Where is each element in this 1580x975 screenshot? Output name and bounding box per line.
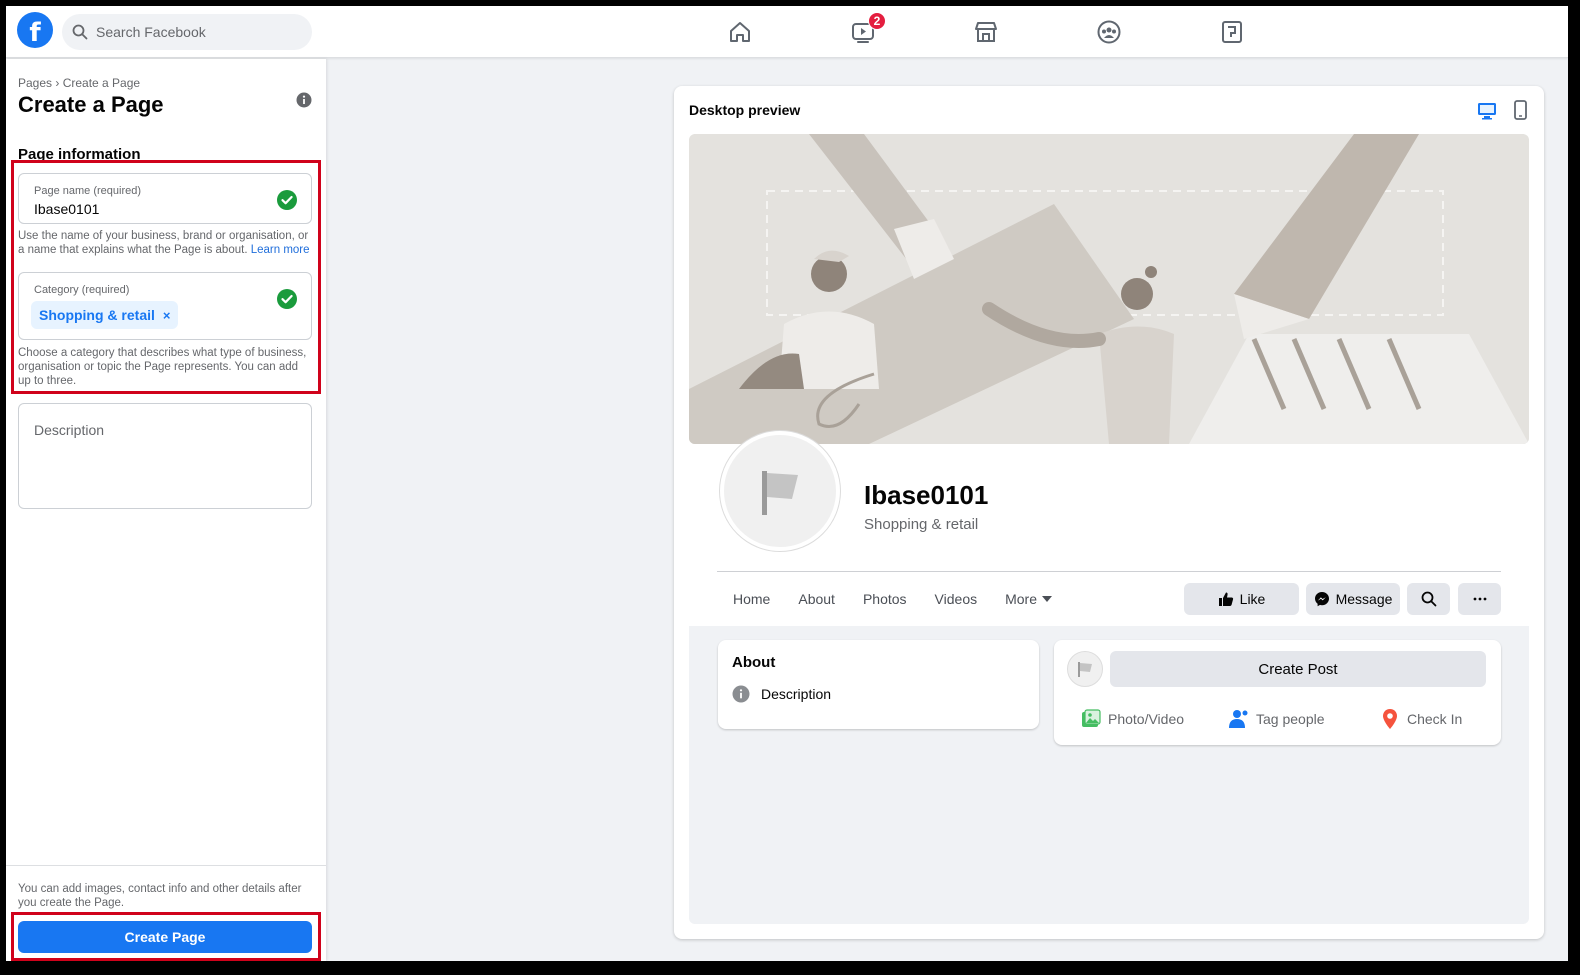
page-name-value[interactable]: Ibase0101 bbox=[34, 201, 99, 217]
cover-illustration bbox=[689, 134, 1529, 444]
like-label: Like bbox=[1239, 591, 1266, 607]
mobile-icon[interactable] bbox=[1509, 99, 1531, 121]
tab-videos[interactable]: Videos bbox=[935, 584, 978, 614]
category-help: Choose a category that describes what ty… bbox=[18, 347, 307, 387]
notification-badge: 2 bbox=[868, 12, 886, 30]
page-title: Create a Page bbox=[18, 92, 164, 117]
location-pin-icon bbox=[1383, 709, 1397, 729]
category-label: Category (required) bbox=[34, 284, 130, 296]
post-avatar bbox=[1067, 651, 1103, 687]
check-in-action[interactable]: Check In bbox=[1379, 708, 1462, 730]
info-icon[interactable] bbox=[296, 92, 312, 108]
photo-video-label: Photo/Video bbox=[1108, 711, 1185, 727]
marketplace-icon bbox=[974, 22, 997, 42]
check-in-label: Check In bbox=[1407, 711, 1463, 727]
nav-home[interactable] bbox=[678, 6, 801, 58]
check-circle-icon bbox=[277, 190, 297, 210]
cover-photo bbox=[689, 134, 1529, 444]
page-category-text: Shopping & retail bbox=[864, 516, 979, 533]
divider bbox=[717, 571, 1501, 572]
caret-down-icon bbox=[1042, 596, 1053, 602]
preview-page: Ibase0101 Shopping & retail Home About P… bbox=[689, 134, 1529, 924]
create-post-card: Create Post Photo/Video Tag people Check… bbox=[1054, 640, 1501, 745]
page-name-label: Page name (required) bbox=[34, 185, 142, 197]
page-name-heading: Ibase0101 bbox=[864, 480, 989, 510]
tab-home[interactable]: Home bbox=[733, 584, 770, 614]
groups-icon bbox=[1097, 20, 1120, 44]
description-placeholder: Description bbox=[34, 422, 105, 438]
category-chip-label: Shopping & retail bbox=[39, 307, 155, 323]
footer-note: You can add images, contact info and oth… bbox=[18, 883, 302, 909]
check-circle-icon bbox=[277, 289, 297, 309]
tag-people-label: Tag people bbox=[1256, 711, 1325, 727]
nav-watch[interactable]: 2 bbox=[801, 6, 924, 58]
tab-about[interactable]: About bbox=[798, 584, 835, 614]
photo-video-action[interactable]: Photo/Video bbox=[1080, 708, 1184, 730]
learn-more-link[interactable]: Learn more bbox=[251, 244, 310, 256]
page-tabs: Home About Photos Videos More bbox=[719, 584, 1066, 614]
home-icon bbox=[729, 22, 750, 42]
info-icon bbox=[732, 685, 750, 703]
create-page-button[interactable]: Create Page bbox=[18, 921, 312, 953]
facebook-logo[interactable]: f bbox=[17, 12, 53, 48]
nav-gaming[interactable] bbox=[1170, 6, 1293, 58]
breadcrumb[interactable]: Pages › Create a Page bbox=[18, 76, 140, 90]
page-header-block: Ibase0101 Shopping & retail Home About P… bbox=[689, 134, 1529, 626]
page-name-help: Use the name of your business, brand or … bbox=[18, 229, 314, 257]
tag-people-icon bbox=[1229, 710, 1248, 728]
description-field[interactable]: Description bbox=[18, 403, 312, 509]
tab-more[interactable]: More bbox=[1005, 584, 1053, 614]
like-button[interactable]: Like bbox=[1184, 583, 1299, 615]
desktop-icon[interactable] bbox=[1476, 99, 1498, 121]
category-chip[interactable]: Shopping & retail × bbox=[31, 301, 179, 329]
tab-more-label: More bbox=[1005, 591, 1038, 607]
nav-groups[interactable] bbox=[1047, 6, 1170, 58]
top-navigation-bar: f 2 bbox=[6, 6, 1568, 58]
remove-chip-icon[interactable]: × bbox=[163, 308, 171, 323]
search-page-button[interactable] bbox=[1407, 583, 1450, 615]
about-description-row[interactable]: Description bbox=[732, 685, 831, 703]
tag-people-action[interactable]: Tag people bbox=[1228, 708, 1325, 730]
search-icon bbox=[1421, 591, 1436, 607]
preview-title: Desktop preview bbox=[689, 102, 801, 118]
search-icon bbox=[72, 24, 88, 40]
more-options-button[interactable] bbox=[1458, 583, 1501, 615]
thumbs-up-icon bbox=[1218, 592, 1233, 606]
message-label: Message bbox=[1335, 591, 1393, 607]
profile-picture[interactable] bbox=[720, 431, 840, 551]
flag-icon bbox=[1078, 662, 1092, 677]
more-dots-icon bbox=[1473, 597, 1486, 601]
tab-photos[interactable]: Photos bbox=[863, 584, 907, 614]
flag-icon bbox=[762, 471, 798, 515]
create-post-button[interactable]: Create Post bbox=[1110, 651, 1486, 687]
page-name-field[interactable]: Page name (required) Ibase0101 bbox=[18, 173, 312, 224]
search-input[interactable] bbox=[96, 24, 286, 40]
photo-icon bbox=[1082, 709, 1101, 727]
search-box[interactable] bbox=[62, 14, 312, 50]
gaming-icon bbox=[1221, 21, 1242, 43]
category-field[interactable]: Category (required) Shopping & retail × bbox=[18, 272, 312, 340]
about-heading: About bbox=[732, 654, 776, 671]
app-window: f 2 Pages › Create a Page bbox=[6, 6, 1568, 961]
nav-marketplace[interactable] bbox=[924, 6, 1047, 58]
main-nav: 2 bbox=[678, 6, 1293, 58]
about-description-label: Description bbox=[761, 686, 832, 702]
message-button[interactable]: Message bbox=[1306, 583, 1400, 615]
desktop-preview-card: Desktop preview Ibase0101 Shopping & ret… bbox=[674, 86, 1544, 939]
create-page-panel: Pages › Create a Page Create a Page Page… bbox=[6, 59, 326, 961]
about-card: About Description bbox=[718, 640, 1039, 729]
messenger-icon bbox=[1314, 592, 1329, 607]
